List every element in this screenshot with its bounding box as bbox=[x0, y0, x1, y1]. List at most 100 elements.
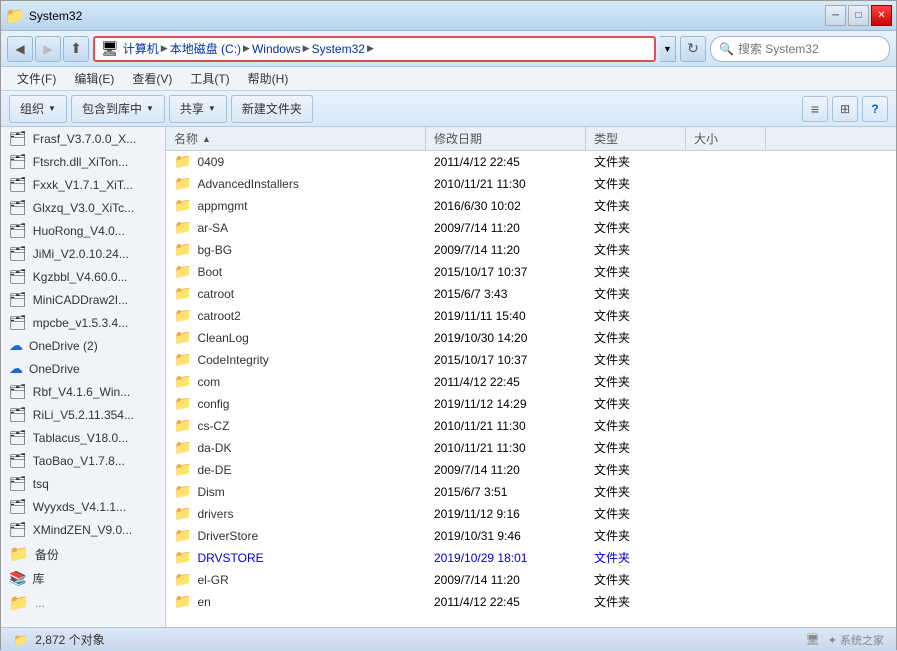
menu-edit[interactable]: 编辑(E) bbox=[66, 68, 122, 89]
titlebar-controls: ─ □ ✕ bbox=[825, 5, 892, 26]
table-row[interactable]: 📁 catroot2 2019/11/11 15:40 文件夹 bbox=[166, 305, 896, 327]
sidebar-item[interactable]: 🗂 MiniCADDraw2I... bbox=[1, 288, 165, 311]
file-type-cell: 文件夹 bbox=[586, 439, 686, 456]
app-icon: 🗂 bbox=[9, 291, 27, 308]
table-row[interactable]: 📁 el-GR 2009/7/14 11:20 文件夹 bbox=[166, 569, 896, 591]
table-row[interactable]: 📁 cs-CZ 2010/11/21 11:30 文件夹 bbox=[166, 415, 896, 437]
addressbar-box[interactable]: 🖥 计算机 ▶ 本地磁盘 (C:) ▶ Windows ▶ System32 ▶ bbox=[93, 36, 656, 62]
searchbar[interactable]: 🔍 bbox=[710, 36, 890, 62]
help-button[interactable]: ? bbox=[862, 96, 888, 122]
file-type-cell: 文件夹 bbox=[586, 483, 686, 500]
file-name-cell: 📁 com bbox=[166, 373, 426, 390]
table-row[interactable]: 📁 catroot 2015/6/7 3:43 文件夹 bbox=[166, 283, 896, 305]
sidebar-item[interactable]: 🗂 Kgzbbl_V4.60.0... bbox=[1, 265, 165, 288]
search-icon: 🔍 bbox=[719, 42, 734, 56]
table-row[interactable]: 📁 DRVSTORE 2019/10/29 18:01 文件夹 bbox=[166, 547, 896, 569]
file-name-cell: 📁 Boot bbox=[166, 263, 426, 280]
menu-tools[interactable]: 工具(T) bbox=[182, 68, 237, 89]
breadcrumb-system32[interactable]: System32 bbox=[312, 42, 365, 56]
include-library-button[interactable]: 包含到库中 ▼ bbox=[71, 95, 165, 123]
back-button[interactable]: ◀ bbox=[7, 36, 33, 62]
col-header-type[interactable]: 类型 bbox=[586, 127, 686, 150]
table-row[interactable]: 📁 DriverStore 2019/10/31 9:46 文件夹 bbox=[166, 525, 896, 547]
sidebar-item[interactable]: 🗂 Rbf_V4.1.6_Win... bbox=[1, 380, 165, 403]
table-row[interactable]: 📁 AdvancedInstallers 2010/11/21 11:30 文件… bbox=[166, 173, 896, 195]
close-button[interactable]: ✕ bbox=[871, 5, 892, 26]
sidebar-item[interactable]: 🗂 Tablacus_V18.0... bbox=[1, 426, 165, 449]
breadcrumb-drive[interactable]: 本地磁盘 (C:) bbox=[170, 40, 241, 57]
breadcrumb-computer[interactable]: 计算机 bbox=[123, 40, 159, 57]
table-row[interactable]: 📁 CodeIntegrity 2015/10/17 10:37 文件夹 bbox=[166, 349, 896, 371]
new-folder-button[interactable]: 新建文件夹 bbox=[231, 95, 313, 123]
organize-button[interactable]: 组织 ▼ bbox=[9, 95, 67, 123]
forward-button[interactable]: ▶ bbox=[35, 36, 61, 62]
menu-file[interactable]: 文件(F) bbox=[9, 68, 64, 89]
col-header-name[interactable]: 名称 ▲ bbox=[166, 127, 426, 150]
file-name-text: drivers bbox=[197, 507, 233, 521]
app-icon: 🗂 bbox=[9, 498, 27, 515]
table-row[interactable]: 📁 de-DE 2009/7/14 11:20 文件夹 bbox=[166, 459, 896, 481]
table-row[interactable]: 📁 en 2011/4/12 22:45 文件夹 bbox=[166, 591, 896, 613]
menu-view[interactable]: 查看(V) bbox=[124, 68, 180, 89]
search-input[interactable] bbox=[738, 42, 893, 56]
app-icon: 🗂 bbox=[9, 314, 27, 331]
table-row[interactable]: 📁 0409 2011/4/12 22:45 文件夹 bbox=[166, 151, 896, 173]
sidebar-item[interactable]: 🗂 Glxzq_V3.0_XiTc... bbox=[1, 196, 165, 219]
breadcrumb-windows[interactable]: Windows bbox=[252, 42, 301, 56]
table-row[interactable]: 📁 Dism 2015/6/7 3:51 文件夹 bbox=[166, 481, 896, 503]
table-row[interactable]: 📁 CleanLog 2019/10/30 14:20 文件夹 bbox=[166, 327, 896, 349]
menu-help[interactable]: 帮助(H) bbox=[240, 68, 297, 89]
file-name-text: cs-CZ bbox=[197, 419, 229, 433]
table-row[interactable]: 📁 appmgmt 2016/6/30 10:02 文件夹 bbox=[166, 195, 896, 217]
file-date-cell: 2010/11/21 11:30 bbox=[426, 177, 586, 191]
table-row[interactable]: 📁 ar-SA 2009/7/14 11:20 文件夹 bbox=[166, 217, 896, 239]
sidebar-item[interactable]: 🗂 Wyyxds_V4.1.1... bbox=[1, 495, 165, 518]
file-type-cell: 文件夹 bbox=[586, 571, 686, 588]
col-header-date[interactable]: 修改日期 bbox=[426, 127, 586, 150]
view-toggle-button[interactable]: ⊞ bbox=[832, 96, 858, 122]
sidebar-item[interactable]: 🗂 XMindZEN_V9.0... bbox=[1, 518, 165, 541]
sidebar-item[interactable]: 🗂 TaoBao_V1.7.8... bbox=[1, 449, 165, 472]
table-row[interactable]: 📁 da-DK 2010/11/21 11:30 文件夹 bbox=[166, 437, 896, 459]
file-name-text: bg-BG bbox=[197, 243, 232, 257]
file-date-cell: 2019/11/12 14:29 bbox=[426, 397, 586, 411]
file-date-cell: 2011/4/12 22:45 bbox=[426, 595, 586, 609]
col-header-size[interactable]: 大小 bbox=[686, 127, 766, 150]
sidebar-item[interactable]: 🗂 HuoRong_V4.0... bbox=[1, 219, 165, 242]
minimize-button[interactable]: ─ bbox=[825, 5, 846, 26]
sidebar-item[interactable]: 🗂 Fxxk_V1.7.1_XiT... bbox=[1, 173, 165, 196]
sidebar-item-more[interactable]: 📁 ... bbox=[1, 590, 165, 616]
sidebar-item-onedrive[interactable]: ☁ OneDrive bbox=[1, 357, 165, 380]
maximize-button[interactable]: □ bbox=[848, 5, 869, 26]
file-type-cell: 文件夹 bbox=[586, 549, 686, 566]
file-date-cell: 2009/7/14 11:20 bbox=[426, 573, 586, 587]
sidebar-item[interactable]: 🗂 Ftsrch.dll_XiTon... bbox=[1, 150, 165, 173]
sidebar-item-library[interactable]: 📚 库 bbox=[1, 567, 165, 590]
file-name-text: 0409 bbox=[197, 155, 224, 169]
file-name-cell: 📁 AdvancedInstallers bbox=[166, 175, 426, 192]
address-dropdown[interactable]: ▼ bbox=[660, 36, 676, 62]
table-row[interactable]: 📁 com 2011/4/12 22:45 文件夹 bbox=[166, 371, 896, 393]
sidebar-item[interactable]: 🗂 RiLi_V5.2.11.354... bbox=[1, 403, 165, 426]
table-row[interactable]: 📁 Boot 2015/10/17 10:37 文件夹 bbox=[166, 261, 896, 283]
sidebar-item-tsq[interactable]: 🗂 tsq bbox=[1, 472, 165, 495]
folder-icon-status: 📁 bbox=[13, 633, 28, 647]
folder-icon: 📁 bbox=[9, 593, 29, 613]
sidebar-item-onedrive2[interactable]: ☁ OneDrive (2) bbox=[1, 334, 165, 357]
file-name-cell: 📁 de-DE bbox=[166, 461, 426, 478]
table-row[interactable]: 📁 config 2019/11/12 14:29 文件夹 bbox=[166, 393, 896, 415]
view-list-button[interactable]: ≡ bbox=[802, 96, 828, 122]
filelist-body: 📁 0409 2011/4/12 22:45 文件夹 📁 AdvancedIns… bbox=[166, 151, 896, 627]
up-button[interactable]: ⬆ bbox=[63, 36, 89, 62]
sidebar-item[interactable]: 🗂 mpcbe_v1.5.3.4... bbox=[1, 311, 165, 334]
table-row[interactable]: 📁 bg-BG 2009/7/14 11:20 文件夹 bbox=[166, 239, 896, 261]
sidebar-item[interactable]: 🗂 Frasf_V3.7.0.0_X... bbox=[1, 127, 165, 150]
refresh-button[interactable]: ↻ bbox=[680, 36, 706, 62]
sidebar-item[interactable]: 🗂 JiMi_V2.0.10.24... bbox=[1, 242, 165, 265]
file-name-text: appmgmt bbox=[197, 199, 247, 213]
file-name-cell: 📁 drivers bbox=[166, 505, 426, 522]
table-row[interactable]: 📁 drivers 2019/11/12 9:16 文件夹 bbox=[166, 503, 896, 525]
folder-icon: 📁 bbox=[174, 483, 191, 500]
share-button[interactable]: 共享 ▼ bbox=[169, 95, 227, 123]
sidebar-item-backup[interactable]: 📁 备份 bbox=[1, 541, 165, 567]
